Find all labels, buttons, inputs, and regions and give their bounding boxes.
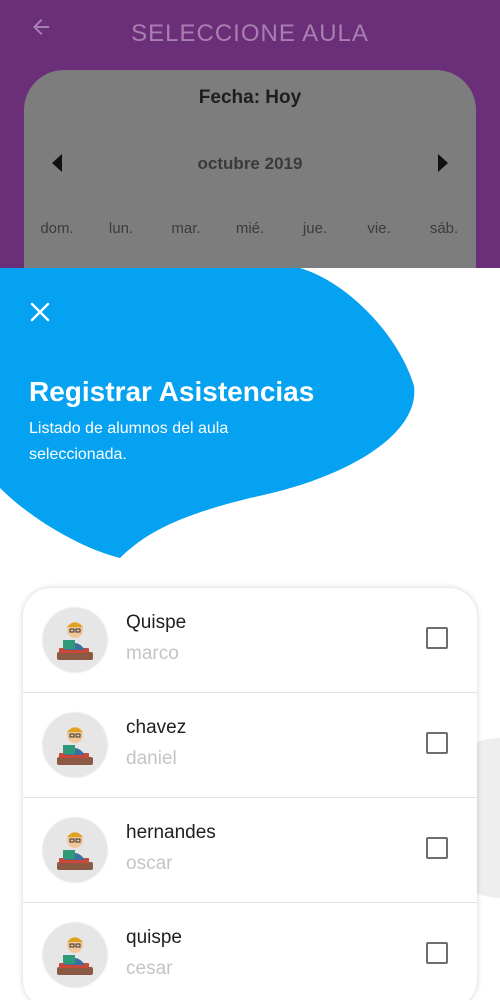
student-reading-icon xyxy=(57,832,93,870)
student-first-name: marco xyxy=(126,643,179,664)
calendar-card: Fecha: Hoy octubre 2019 dom. lun. mar. m… xyxy=(24,70,476,268)
sheet-subtitle: Listado de alumnos del aula seleccionada… xyxy=(29,420,229,463)
close-button[interactable] xyxy=(26,298,54,326)
weekday-label: dom. xyxy=(40,220,74,237)
student-row[interactable]: chavez daniel xyxy=(23,693,477,798)
student-last-name: chavez xyxy=(126,717,187,738)
student-first-name: daniel xyxy=(126,748,177,769)
student-reading-icon xyxy=(57,622,93,660)
student-first-name: oscar xyxy=(126,853,173,874)
student-last-name: quispe xyxy=(126,927,182,948)
student-reading-icon xyxy=(57,727,93,765)
weekday-label: vie. xyxy=(367,220,391,237)
student-row[interactable]: quispe cesar xyxy=(23,903,477,1000)
student-list: Quispe marco chavez daniel hernandes osc… xyxy=(23,588,477,1000)
weekday-label: jue. xyxy=(302,220,328,237)
month-label: octubre 2019 xyxy=(197,154,303,173)
weekday-label: mié. xyxy=(235,220,265,237)
date-label: Fecha: Hoy xyxy=(198,87,302,108)
weekday-label: sáb. xyxy=(429,220,459,237)
background-screen: SELECCIONE AULA Fecha: Hoy octubre 2019 … xyxy=(0,0,500,268)
attendance-checkbox[interactable] xyxy=(426,732,448,754)
chevron-right-icon xyxy=(438,154,448,172)
student-last-name: Quispe xyxy=(126,612,187,633)
next-month-button[interactable] xyxy=(436,152,450,174)
student-reading-icon xyxy=(57,937,93,975)
student-row[interactable]: hernandes oscar xyxy=(23,798,477,903)
page-title: SELECCIONE AULA xyxy=(131,20,369,47)
close-icon xyxy=(30,302,50,322)
weekday-label: mar. xyxy=(171,220,201,237)
weekday-label: lun. xyxy=(108,220,134,237)
attendance-sheet: Registrar Asistencias Listado de alumnos… xyxy=(0,268,500,1000)
student-row[interactable]: Quispe marco xyxy=(23,588,477,693)
attendance-checkbox[interactable] xyxy=(426,627,448,649)
avatar xyxy=(43,818,107,882)
avatar xyxy=(43,608,107,672)
sheet-title: Registrar Asistencias xyxy=(29,376,315,407)
avatar xyxy=(43,713,107,777)
avatar xyxy=(43,923,107,987)
student-last-name: hernandes xyxy=(126,822,216,843)
attendance-checkbox[interactable] xyxy=(426,942,448,964)
attendance-checkbox[interactable] xyxy=(426,837,448,859)
student-first-name: cesar xyxy=(126,958,173,979)
